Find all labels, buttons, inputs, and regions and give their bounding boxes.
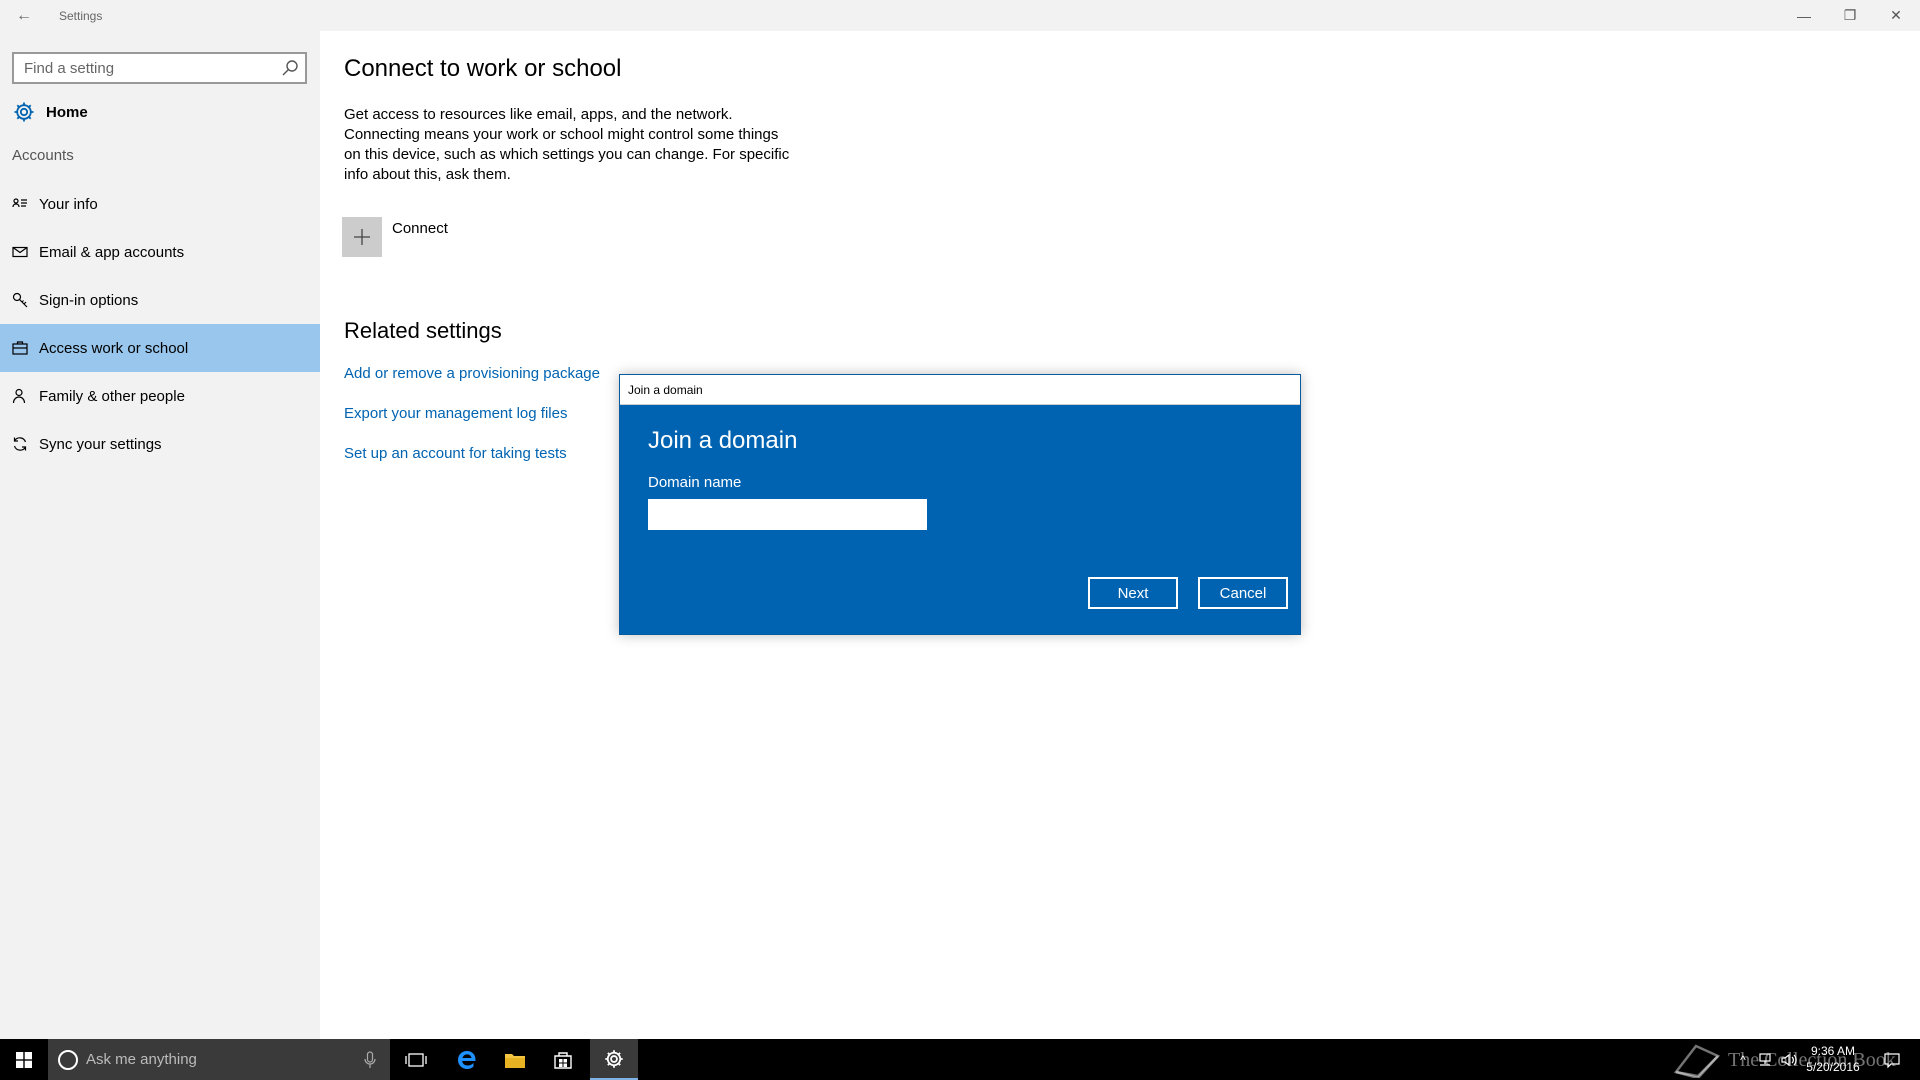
window-title: Settings [59,9,103,23]
sidebar-item-email-app-accounts[interactable]: Email & app accounts [0,228,320,276]
volume-icon[interactable] [1780,1051,1798,1069]
sidebar-item-label: Family & other people [39,387,185,405]
start-button[interactable] [0,1039,47,1080]
search-box[interactable] [12,52,307,84]
store-icon[interactable] [539,1039,587,1080]
sidebar-item-family-other-people[interactable]: Family & other people [0,372,320,420]
gear-icon [14,102,34,122]
domain-name-input[interactable] [648,499,927,530]
section-label-accounts: Accounts [12,147,74,164]
domain-name-label: Domain name [648,474,742,491]
clock-time: 9:36 AM [1810,1044,1856,1058]
contact-card-icon [12,196,28,212]
chevron-up-icon[interactable]: ^ [1734,1051,1752,1069]
page-description: Get access to resources like email, apps… [344,106,790,183]
cancel-button[interactable]: Cancel [1198,577,1288,609]
cortana-icon [58,1049,78,1070]
join-domain-dialog: Join a domain Join a domain Domain name … [619,374,1301,635]
window-titlebar: ← Settings — ❐ ✕ [0,0,1920,31]
dialog-titlebar: Join a domain [620,375,1300,405]
sidebar-item-your-info[interactable]: Your info [0,180,320,228]
restore-button[interactable]: ❐ [1827,0,1873,31]
home-label: Home [46,103,88,121]
microphone-icon[interactable] [364,1051,376,1069]
system-clock[interactable]: 9:36 AM 5/20/2016 [1800,1043,1866,1075]
clock-date: 5/20/2016 [1806,1060,1860,1074]
sidebar-item-label: Sign-in options [39,291,139,309]
dialog-window-title: Join a domain [628,383,703,397]
task-view-icon[interactable] [392,1039,440,1080]
back-arrow-icon[interactable]: ← [12,6,36,26]
sidebar-item-label: Sync your settings [39,435,162,453]
settings-taskbar-icon[interactable] [590,1039,638,1080]
minimize-button[interactable]: — [1781,0,1827,31]
search-input[interactable] [14,54,274,82]
search-icon[interactable] [281,59,299,77]
link-export-management-logs[interactable]: Export your management log files [344,405,567,422]
person-icon [12,388,28,404]
briefcase-icon [12,340,28,356]
file-explorer-icon[interactable] [491,1039,539,1080]
taskbar-search-placeholder: Ask me anything [86,1051,197,1068]
key-icon [12,292,28,308]
close-button[interactable]: ✕ [1873,0,1919,31]
windows-logo-icon [15,1051,32,1068]
sidebar-item-label: Access work or school [39,339,189,357]
related-settings-title: Related settings [344,318,502,343]
connect-button[interactable] [342,217,382,257]
sync-icon [12,436,28,452]
connect-label[interactable]: Connect [392,220,448,237]
sidebar: Home Accounts Your info Email & app acco… [0,31,320,1039]
mail-icon [12,244,28,260]
dialog-heading: Join a domain [648,427,798,454]
network-icon[interactable] [1756,1051,1774,1069]
cortana-search-box[interactable]: Ask me anything [48,1039,390,1080]
home-link[interactable]: Home [12,97,88,127]
book-logo-icon [1673,1044,1721,1078]
sidebar-item-access-work-or-school[interactable]: Access work or school [0,324,320,372]
sidebar-item-label: Email & app accounts [39,243,185,261]
taskbar: Ask me anything The Collection Book ^ 9:… [0,1039,1920,1080]
edge-browser-icon[interactable] [443,1039,491,1080]
link-taking-tests-account[interactable]: Set up an account for taking tests [344,445,567,462]
page-title: Connect to work or school [344,55,622,82]
sidebar-item-sign-in-options[interactable]: Sign-in options [0,276,320,324]
link-provisioning-package[interactable]: Add or remove a provisioning package [344,365,600,382]
next-button[interactable]: Next [1088,577,1178,609]
action-center-icon[interactable] [1883,1051,1901,1069]
sidebar-item-label: Your info [39,195,98,213]
sidebar-item-sync-your-settings[interactable]: Sync your settings [0,420,320,468]
plus-icon [354,229,370,245]
